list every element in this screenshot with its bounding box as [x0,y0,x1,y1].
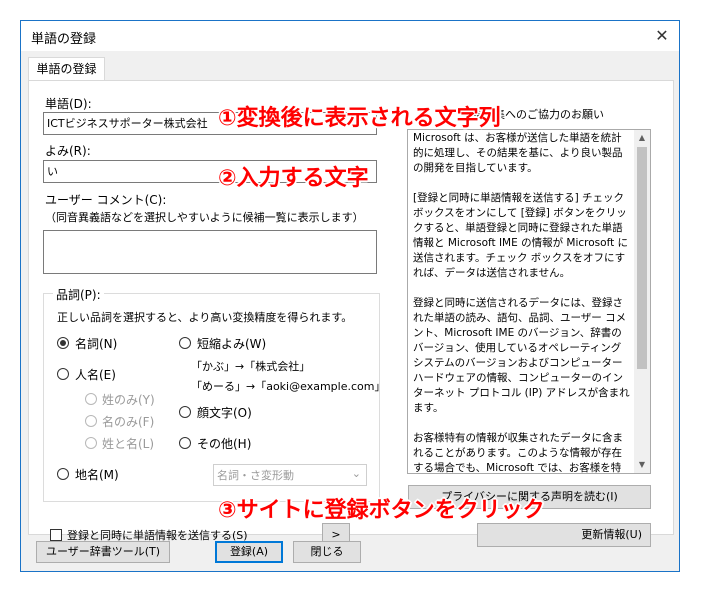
given-only-radio[interactable] [85,415,97,427]
privacy-paragraph: Microsoft は、お客様が送信した単語を統計的に処理し、その結果を基に、よ… [413,132,623,174]
annotation-converted-text: ①変換後に表示される文字列 [218,106,501,131]
close-icon[interactable]: ✕ [645,21,679,51]
abbrev-example-1: 「かぶ」→「株式会社」 [191,360,311,373]
tab-panel: 単語(D): ICTビジネスサポーター株式会社 よみ(R): い ユーザー コメ… [28,80,674,547]
other-label: その他(H) [197,437,252,451]
comment-input[interactable] [43,230,377,274]
scrollbar[interactable]: ▲ ▼ [634,130,650,473]
scroll-thumb[interactable] [637,147,647,369]
emoticon-label: 顔文字(O) [197,406,252,420]
abbrev-radio[interactable] [179,337,191,349]
other-radio[interactable] [179,437,191,449]
surname-only-label: 姓のみ(Y) [102,393,155,407]
noun-radio[interactable] [57,337,69,349]
pos-group-label: 品詞(P): [53,286,104,303]
person-radio[interactable] [57,368,69,380]
window-title: 単語の登録 [31,32,97,47]
privacy-text: Microsoft は、お客様が送信した単語を統計的に処理し、その結果を基に、よ… [413,131,631,474]
pos-hint: 正しい品詞を選択すると、より高い変換精度を得られます。 [57,311,353,324]
user-dictionary-tool-button[interactable]: ユーザー辞書ツール(T) [36,541,170,563]
comment-label: ユーザー コメント(C): [45,193,167,207]
tab-register-word[interactable]: 単語の登録 [28,57,105,81]
abbrev-label: 短縮よみ(W) [197,337,267,351]
scroll-up-icon[interactable]: ▲ [634,130,650,146]
annotation-input-text: ②入力する文字 [218,166,369,191]
title-bar: 単語の登録 ✕ [21,21,679,51]
close-button[interactable]: 閉じる [293,541,361,563]
pos-subtype-value: 名詞・さ変形動 [217,469,294,482]
privacy-paragraph: [登録と同時に単語情報を送信する] チェック ボックスをオンにして [登録] ボ… [413,192,629,279]
annotation-click-register: ③サイトに登録ボタンをクリック [218,498,545,523]
privacy-text-box[interactable]: Microsoft は、お客様が送信した単語を統計的に処理し、その結果を基に、よ… [407,129,651,474]
send-info-checkbox[interactable] [50,529,62,541]
word-label: 単語(D): [45,97,92,111]
scroll-down-icon[interactable]: ▼ [634,457,650,473]
privacy-paragraph: 登録と同時に送信されるデータには、登録された単語の読み、語句、品詞、ユーザー コ… [413,297,630,414]
surname-only-radio[interactable] [85,393,97,405]
register-button[interactable]: 登録(A) [215,541,283,563]
comment-hint: （同音異義語などを選択しやすいように候補一覧に表示します） [45,211,364,224]
place-radio[interactable] [57,468,69,480]
person-label: 人名(E) [75,368,116,382]
update-info-button[interactable]: 更新情報(U) [477,523,651,547]
emoticon-radio[interactable] [179,406,191,418]
given-only-label: 名のみ(F) [102,415,155,429]
chevron-down-icon: ⌄ [351,467,361,480]
privacy-paragraph: お客様特有の情報が収集されたデータに含まれることがあります。このような情報が存在… [413,432,623,474]
full-name-radio[interactable] [85,437,97,449]
full-name-label: 姓と名(L) [102,437,155,451]
reading-label: よみ(R): [45,144,91,158]
place-label: 地名(M) [75,468,119,482]
pos-subtype-select[interactable]: 名詞・さ変形動 ⌄ [213,464,367,486]
abbrev-example-2: 「めーる」→「aoki@example.com」 [191,380,386,393]
noun-label: 名詞(N) [75,337,118,351]
